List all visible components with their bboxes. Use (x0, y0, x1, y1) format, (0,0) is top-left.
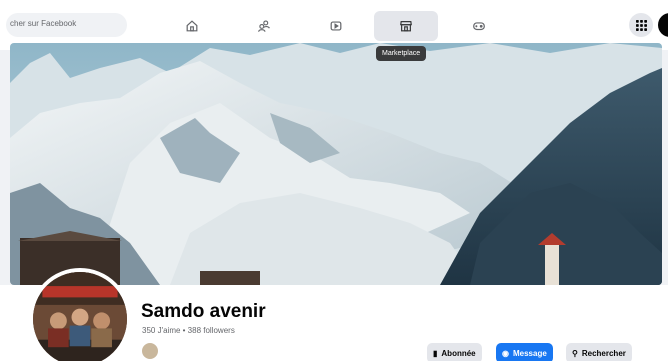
home-icon (186, 20, 198, 32)
search-page-button[interactable]: ⚲ Rechercher (566, 343, 632, 361)
grid-menu-icon (635, 19, 647, 31)
tab-home[interactable] (160, 11, 224, 41)
subscribed-label: Abonnée (441, 348, 476, 358)
menu-button[interactable] (629, 13, 653, 37)
mountain-landscape-image (10, 43, 662, 285)
account-avatar[interactable] (658, 13, 668, 37)
tab-watch[interactable] (304, 11, 368, 41)
search-input[interactable]: cher sur Facebook (6, 13, 127, 37)
likes-followers-count[interactable]: 350 J'aime • 388 followers (142, 326, 235, 335)
watch-icon (330, 21, 342, 31)
marketplace-tooltip: Marketplace (376, 46, 427, 61)
message-label: Message (512, 348, 547, 358)
search-placeholder: cher sur Facebook (10, 19, 77, 28)
page-title: Samdo avenir (141, 301, 266, 322)
search-icon: ⚲ (572, 348, 578, 358)
follower-avatar[interactable] (141, 342, 159, 360)
marketplace-icon (400, 21, 412, 32)
message-button[interactable]: ◉ Message (496, 343, 553, 361)
cover-photo (10, 43, 662, 285)
friends-icon (258, 20, 270, 32)
gaming-icon (473, 22, 485, 31)
subscribed-button[interactable]: ▮ Abonnée (427, 343, 482, 361)
tab-friends[interactable] (232, 11, 296, 41)
search-label: Rechercher (581, 348, 626, 358)
tab-marketplace[interactable] (374, 11, 438, 41)
subscribed-icon: ▮ (433, 348, 438, 358)
group-photo-image (33, 272, 127, 361)
messenger-icon: ◉ (502, 348, 509, 358)
tab-gaming[interactable] (447, 11, 511, 41)
profile-picture[interactable] (29, 268, 131, 361)
